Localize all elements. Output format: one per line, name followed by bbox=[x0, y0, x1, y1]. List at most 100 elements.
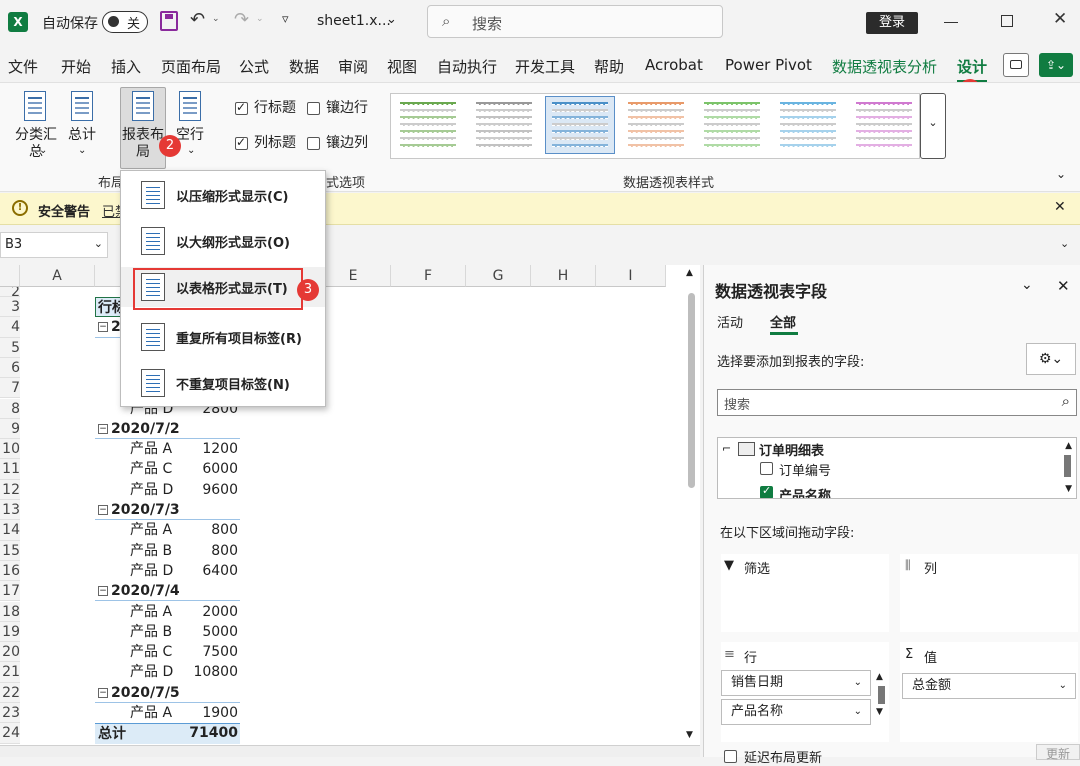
col-header-G[interactable]: G bbox=[466, 265, 531, 287]
col-header-E[interactable]: E bbox=[316, 265, 391, 287]
row-header[interactable]: 6 bbox=[0, 357, 20, 379]
pane-options-icon[interactable]: ⌄ bbox=[1021, 277, 1033, 293]
filename-dropdown-icon[interactable]: ⌄ bbox=[386, 12, 397, 27]
comments-icon[interactable] bbox=[1003, 53, 1029, 77]
pivot-style-5[interactable] bbox=[697, 96, 767, 154]
amount-value[interactable]: 1900 bbox=[202, 703, 238, 723]
amount-value[interactable]: 9600 bbox=[202, 480, 238, 500]
rows-scroll-down-icon[interactable]: ▼ bbox=[876, 707, 883, 717]
update-button[interactable]: 更新 bbox=[1036, 744, 1080, 761]
row-header[interactable]: 18 bbox=[0, 601, 20, 622]
row-header[interactable]: 7 bbox=[0, 378, 20, 399]
pivot-date-cell[interactable]: −2020/7/3 bbox=[95, 500, 240, 521]
banded-cols-checkbox[interactable] bbox=[307, 137, 320, 150]
minimize-icon[interactable] bbox=[944, 22, 958, 23]
col-header-F[interactable]: F bbox=[391, 265, 466, 287]
row-header[interactable]: 20 bbox=[0, 642, 20, 663]
row-field-sales-date[interactable]: 销售日期 ⌄ bbox=[721, 670, 871, 696]
close-warning-icon[interactable]: ✕ bbox=[1054, 199, 1066, 215]
row-header[interactable]: 17 bbox=[0, 581, 20, 602]
row-field-product[interactable]: 产品名称 ⌄ bbox=[721, 699, 871, 725]
row-header[interactable]: 21 bbox=[0, 662, 20, 683]
col-headers-checkbox[interactable] bbox=[235, 135, 248, 150]
maximize-icon[interactable] bbox=[1001, 15, 1013, 27]
close-icon[interactable]: ✕ bbox=[1053, 9, 1067, 29]
chevron-down-icon[interactable]: ⌄ bbox=[39, 145, 47, 156]
product-label[interactable]: 产品 C bbox=[130, 642, 172, 662]
menu-power-pivot[interactable]: Power Pivot bbox=[725, 56, 812, 74]
row-header[interactable]: 19 bbox=[0, 621, 20, 643]
no-repeat-labels-item[interactable]: 不重复项目标签(N) bbox=[121, 363, 325, 403]
field-order-no-checkbox[interactable] bbox=[760, 462, 773, 475]
menu-help[interactable]: 帮助 bbox=[594, 56, 624, 77]
save-icon[interactable] bbox=[160, 11, 178, 31]
redo-dropdown-icon[interactable]: ⌄ bbox=[256, 14, 264, 24]
menu-page-layout[interactable]: 页面布局 bbox=[161, 56, 221, 77]
share-icon[interactable]: ⇪⌄ bbox=[1039, 53, 1073, 77]
col-header-I[interactable]: I bbox=[596, 265, 666, 287]
namebox-dropdown-icon[interactable]: ⌄ bbox=[94, 237, 103, 250]
pivot-style-6[interactable] bbox=[773, 96, 843, 154]
chevron-down-icon[interactable]: ⌄ bbox=[78, 145, 86, 156]
product-label[interactable]: 产品 A bbox=[130, 520, 172, 540]
row-header[interactable]: 10 bbox=[0, 439, 20, 460]
ribbon-collapse-icon[interactable]: ⌄ bbox=[1056, 167, 1066, 181]
layout-compact-item[interactable]: 以压缩形式显示(C) bbox=[121, 175, 325, 215]
pivot-style-3[interactable] bbox=[545, 96, 615, 154]
grandtotal-button[interactable]: 总计 bbox=[62, 127, 102, 144]
field-product-checkbox[interactable]: ✓ bbox=[760, 484, 773, 498]
row-header[interactable]: 13 bbox=[0, 500, 20, 521]
product-label[interactable]: 产品 D bbox=[130, 480, 173, 500]
chevron-down-icon[interactable]: ⌄ bbox=[1059, 674, 1067, 698]
pivot-style-7[interactable] bbox=[849, 96, 919, 154]
pivot-style-1[interactable] bbox=[393, 96, 463, 154]
pivot-date-cell[interactable]: −2020/7/5 bbox=[95, 683, 240, 703]
rows-scroll-thumb[interactable] bbox=[878, 686, 885, 704]
login-button[interactable]: 登录 bbox=[866, 12, 918, 34]
product-label[interactable]: 产品 B bbox=[130, 541, 172, 561]
col-header-H[interactable]: H bbox=[531, 265, 596, 287]
row-header[interactable]: 3 bbox=[0, 297, 20, 318]
row-header[interactable]: 15 bbox=[0, 540, 20, 561]
product-label[interactable]: 产品 A bbox=[130, 439, 172, 459]
menu-pivot-analyze[interactable]: 数据透视表分析 bbox=[832, 56, 937, 77]
value-field-total[interactable]: 总金额 ⌄ bbox=[902, 673, 1076, 699]
menu-automate[interactable]: 自动执行 bbox=[437, 56, 497, 77]
banded-rows-checkbox[interactable] bbox=[307, 102, 320, 115]
repeat-labels-item[interactable]: 重复所有项目标签(R) bbox=[121, 317, 325, 357]
chevron-down-icon[interactable]: ⌄ bbox=[854, 700, 862, 724]
row-header[interactable]: 8 bbox=[0, 398, 20, 419]
row-header[interactable]: 23 bbox=[0, 703, 20, 724]
tab-all[interactable]: 全部 bbox=[770, 312, 796, 331]
redo-icon[interactable]: ↷ bbox=[234, 9, 249, 30]
product-label[interactable]: 产品 A bbox=[130, 602, 172, 622]
row-header[interactable]: 12 bbox=[0, 479, 20, 500]
pivot-style-4[interactable] bbox=[621, 96, 691, 154]
row-header[interactable]: 9 bbox=[0, 418, 20, 440]
row-header[interactable]: 14 bbox=[0, 520, 20, 541]
menu-data[interactable]: 数据 bbox=[289, 56, 319, 77]
scroll-up-icon[interactable]: ▲ bbox=[686, 268, 693, 278]
collapse-toggle-icon[interactable]: − bbox=[98, 322, 108, 333]
row-header[interactable]: 2 bbox=[0, 287, 20, 297]
layout-outline-item[interactable]: 以大纲形式显示(O) bbox=[121, 221, 325, 261]
expand-formula-icon[interactable]: ⌄ bbox=[1060, 237, 1069, 250]
amount-value[interactable]: 2000 bbox=[202, 602, 238, 622]
amount-value[interactable]: 1200 bbox=[202, 439, 238, 459]
row-header[interactable]: 22 bbox=[0, 682, 20, 703]
amount-value[interactable]: 5000 bbox=[202, 622, 238, 642]
menu-design[interactable]: 设计 bbox=[957, 56, 988, 83]
collapse-toggle-icon[interactable]: − bbox=[98, 505, 108, 515]
amount-value[interactable]: 6000 bbox=[202, 459, 238, 479]
row-header[interactable]: 5 bbox=[0, 337, 20, 358]
product-label[interactable]: 产品 C bbox=[130, 459, 172, 479]
collapse-toggle-icon[interactable]: − bbox=[98, 687, 108, 698]
select-all-corner[interactable] bbox=[0, 265, 20, 287]
amount-value[interactable]: 7500 bbox=[202, 642, 238, 662]
worksheet[interactable]: ABCDEFGHI 23行标4−25678产品 D28009−2020/7/21… bbox=[0, 265, 700, 757]
vertical-scrollbar-thumb[interactable] bbox=[688, 293, 695, 488]
row-header[interactable]: 24 bbox=[0, 723, 20, 744]
pivot-date-cell[interactable]: −2020/7/4 bbox=[95, 581, 240, 602]
menu-file[interactable]: 文件 bbox=[8, 56, 38, 77]
list-scroll-up-icon[interactable]: ▲ bbox=[1065, 441, 1072, 451]
